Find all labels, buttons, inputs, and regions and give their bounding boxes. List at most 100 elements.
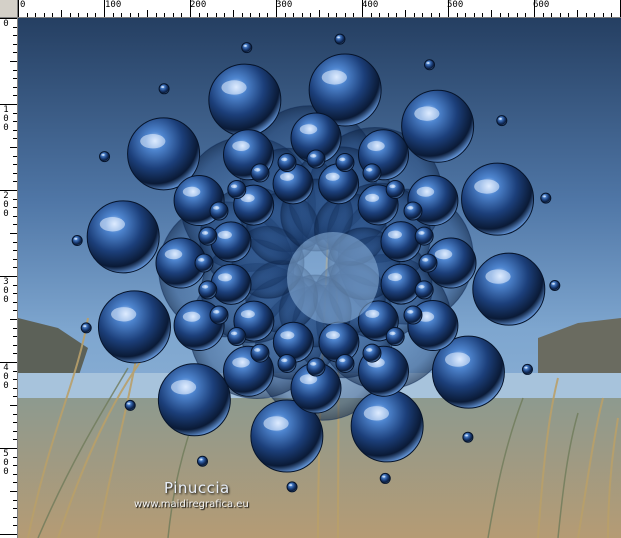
ruler-label: 100 (3, 105, 9, 133)
ruler-tick (13, 130, 17, 131)
ruler-tick (439, 13, 440, 17)
bubble (401, 89, 475, 163)
ruler-label: 600 (533, 0, 550, 10)
bubble (196, 455, 208, 467)
ruler-tick (508, 13, 509, 17)
bubble (496, 115, 508, 127)
ruler-tick (18, 0, 19, 17)
ruler-tick (293, 13, 294, 17)
ruler-tick (560, 13, 561, 17)
ruler-tick (35, 13, 36, 17)
ruler-tick (13, 302, 17, 303)
bubble (277, 153, 297, 173)
ruler-tick (543, 13, 544, 17)
ruler-tick (13, 482, 17, 483)
ruler-tick (78, 13, 79, 17)
ruler-tick (44, 13, 45, 17)
ruler-tick (13, 345, 17, 346)
ruler-tick (405, 10, 406, 17)
ruler-tick (13, 310, 17, 311)
bubble (241, 42, 253, 54)
ruler-tick (13, 439, 17, 440)
ruler-tick (396, 13, 397, 17)
bubble (124, 399, 136, 411)
bubble (227, 327, 247, 347)
bubble (71, 235, 83, 247)
ruler-tick (147, 10, 148, 17)
ruler-tick (371, 13, 372, 17)
ruler-tick (13, 35, 17, 36)
bubble (335, 153, 355, 173)
ruler-tick (525, 13, 526, 17)
bubble (362, 343, 382, 363)
ruler-tick (13, 44, 17, 45)
ruler-tick (138, 13, 139, 17)
ruler-tick (207, 13, 208, 17)
ruler-tick (594, 13, 595, 17)
ruler-tick (353, 13, 354, 17)
ruler-tick (13, 517, 17, 518)
bubble (250, 343, 270, 363)
bubble (194, 253, 214, 273)
bubble (277, 353, 297, 373)
ruler-tick (13, 500, 17, 501)
bubble (335, 353, 355, 373)
bubble (227, 179, 247, 199)
ruler-tick (13, 388, 17, 389)
ruler-tick (13, 457, 17, 458)
ruler-tick (130, 13, 131, 17)
ruler-tick (0, 104, 17, 105)
ruler-tick (422, 13, 423, 17)
ruler-tick (267, 13, 268, 17)
ruler-tick (242, 13, 243, 17)
bubble (521, 363, 533, 375)
horizontal-ruler[interactable]: 0 100 200 300 400 500 600 (18, 0, 621, 18)
ruler-tick (13, 293, 17, 294)
ruler-tick (482, 13, 483, 17)
bubble (385, 327, 405, 347)
bubble (306, 357, 326, 377)
ruler-tick (500, 13, 501, 17)
ruler-tick (13, 250, 17, 251)
bubble (549, 279, 561, 291)
ruler-tick (13, 328, 17, 329)
ruler-tick (13, 121, 17, 122)
ruler-tick (13, 27, 17, 28)
ruler-tick (611, 13, 612, 17)
ruler-tick (491, 10, 492, 17)
bubble (379, 472, 391, 484)
vertical-ruler[interactable]: 0 100 200 300 400 500 (0, 18, 18, 538)
ruler-tick (336, 13, 337, 17)
ruler-tick (310, 13, 311, 17)
ruler-tick (13, 422, 17, 423)
ruler-label: 400 (362, 0, 379, 10)
bubble (208, 63, 282, 137)
ruler-tick (52, 13, 53, 17)
bubble (158, 83, 170, 95)
ruler-tick (164, 13, 165, 17)
ruler-tick (13, 336, 17, 337)
ruler-tick (10, 491, 17, 492)
ruler-tick (0, 362, 17, 363)
ruler-tick (95, 13, 96, 17)
ruler-label: 500 (3, 449, 9, 477)
ruler-tick (319, 10, 320, 17)
ruler-label: 500 (447, 0, 464, 10)
bubble (97, 290, 171, 364)
ruler-tick (13, 138, 17, 139)
bubble (198, 280, 218, 300)
ruler-tick (388, 13, 389, 17)
ruler-tick (431, 13, 432, 17)
ruler-tick (13, 164, 17, 165)
ruler-tick (10, 233, 17, 234)
ruler-corner-icon[interactable] (0, 0, 18, 18)
watermark-url: www.maidiregrafica.eu (134, 499, 249, 510)
ruler-tick (13, 267, 17, 268)
bubble (272, 321, 314, 363)
ruler-tick (13, 508, 17, 509)
ruler-tick (465, 13, 466, 17)
ruler-tick (13, 199, 17, 200)
bubble (414, 226, 434, 246)
image-canvas[interactable]: Pinuccia www.maidiregrafica.eu (18, 18, 621, 538)
ruler-tick (27, 13, 28, 17)
